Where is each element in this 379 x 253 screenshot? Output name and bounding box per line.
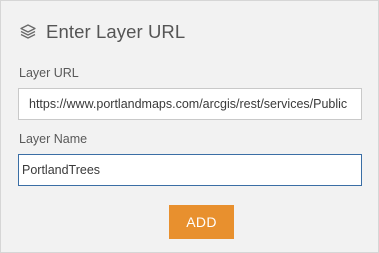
add-button[interactable]: ADD	[169, 205, 234, 239]
panel-title: Enter Layer URL	[46, 21, 186, 42]
panel-header: Enter Layer URL	[18, 19, 185, 45]
layers-icon	[18, 22, 38, 42]
layer-name-input[interactable]	[18, 154, 362, 186]
layer-name-label: Layer Name	[19, 132, 88, 146]
layer-url-input[interactable]	[18, 88, 362, 120]
enter-layer-url-panel: Enter Layer URL Layer URL Layer Name ADD	[0, 0, 379, 253]
layer-url-label: Layer URL	[19, 66, 79, 80]
